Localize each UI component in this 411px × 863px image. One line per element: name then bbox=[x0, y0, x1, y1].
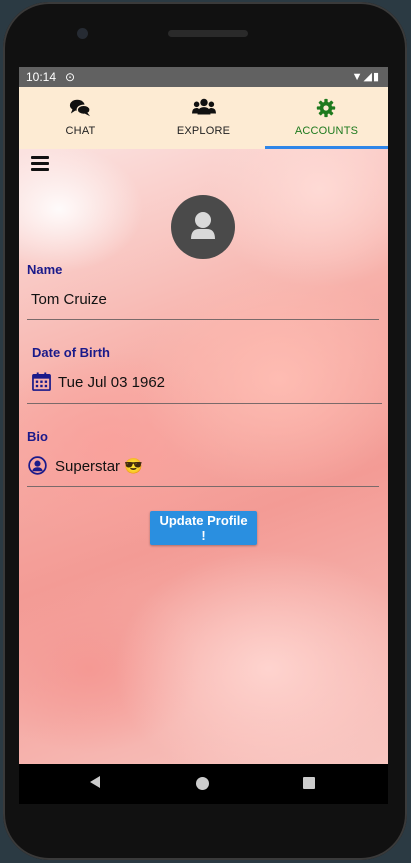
update-profile-button[interactable]: Update Profile ! bbox=[150, 511, 257, 545]
user-circle-icon bbox=[28, 456, 47, 475]
tab-accounts[interactable]: ACCOUNTS bbox=[265, 87, 388, 149]
avatar[interactable] bbox=[171, 195, 235, 259]
dob-field-underline bbox=[27, 403, 382, 404]
signal-battery-icons: ▼◢▮ bbox=[351, 71, 380, 83]
hamburger-menu-icon[interactable] bbox=[31, 156, 49, 171]
calendar-icon[interactable] bbox=[32, 372, 51, 391]
dob-label: Date of Birth bbox=[32, 345, 110, 360]
account-content: Name Tom Cruize Date of Birth Tue Jul 03… bbox=[19, 149, 388, 764]
back-icon[interactable] bbox=[89, 775, 101, 789]
bio-field[interactable]: Superstar 😎 bbox=[55, 457, 143, 475]
tab-chat-label: CHAT bbox=[65, 125, 96, 137]
recent-apps-icon[interactable] bbox=[303, 777, 315, 789]
tab-accounts-label: ACCOUNTS bbox=[294, 125, 359, 137]
tab-bar: CHAT EXPLORE ACCOUNTS bbox=[19, 87, 388, 149]
name-label: Name bbox=[27, 262, 63, 277]
name-field-underline bbox=[27, 319, 379, 320]
name-field[interactable]: Tom Cruize bbox=[31, 291, 107, 308]
status-bar: 10:14 ⊙ ▼◢▮ bbox=[19, 67, 388, 87]
bio-field-underline bbox=[27, 486, 379, 487]
earpiece-speaker bbox=[168, 30, 248, 37]
app-screen: 10:14 ⊙ ▼◢▮ CHAT EXPLORE ACCOUNTS Name T… bbox=[19, 67, 388, 764]
sync-icon: ⊙ bbox=[65, 70, 76, 84]
bio-label: Bio bbox=[27, 429, 48, 444]
status-time: 10:14 bbox=[26, 70, 57, 84]
chat-bubbles-icon bbox=[69, 99, 91, 117]
system-nav-bar bbox=[19, 764, 388, 804]
front-camera bbox=[77, 28, 88, 39]
tab-chat[interactable]: CHAT bbox=[19, 87, 142, 149]
dob-field[interactable]: Tue Jul 03 1962 bbox=[58, 374, 165, 391]
home-icon[interactable] bbox=[196, 777, 209, 790]
users-group-icon bbox=[192, 98, 216, 115]
user-silhouette-icon bbox=[191, 212, 215, 239]
tab-explore[interactable]: EXPLORE bbox=[142, 87, 265, 149]
tab-explore-label: EXPLORE bbox=[176, 125, 231, 137]
gear-icon bbox=[316, 98, 336, 118]
